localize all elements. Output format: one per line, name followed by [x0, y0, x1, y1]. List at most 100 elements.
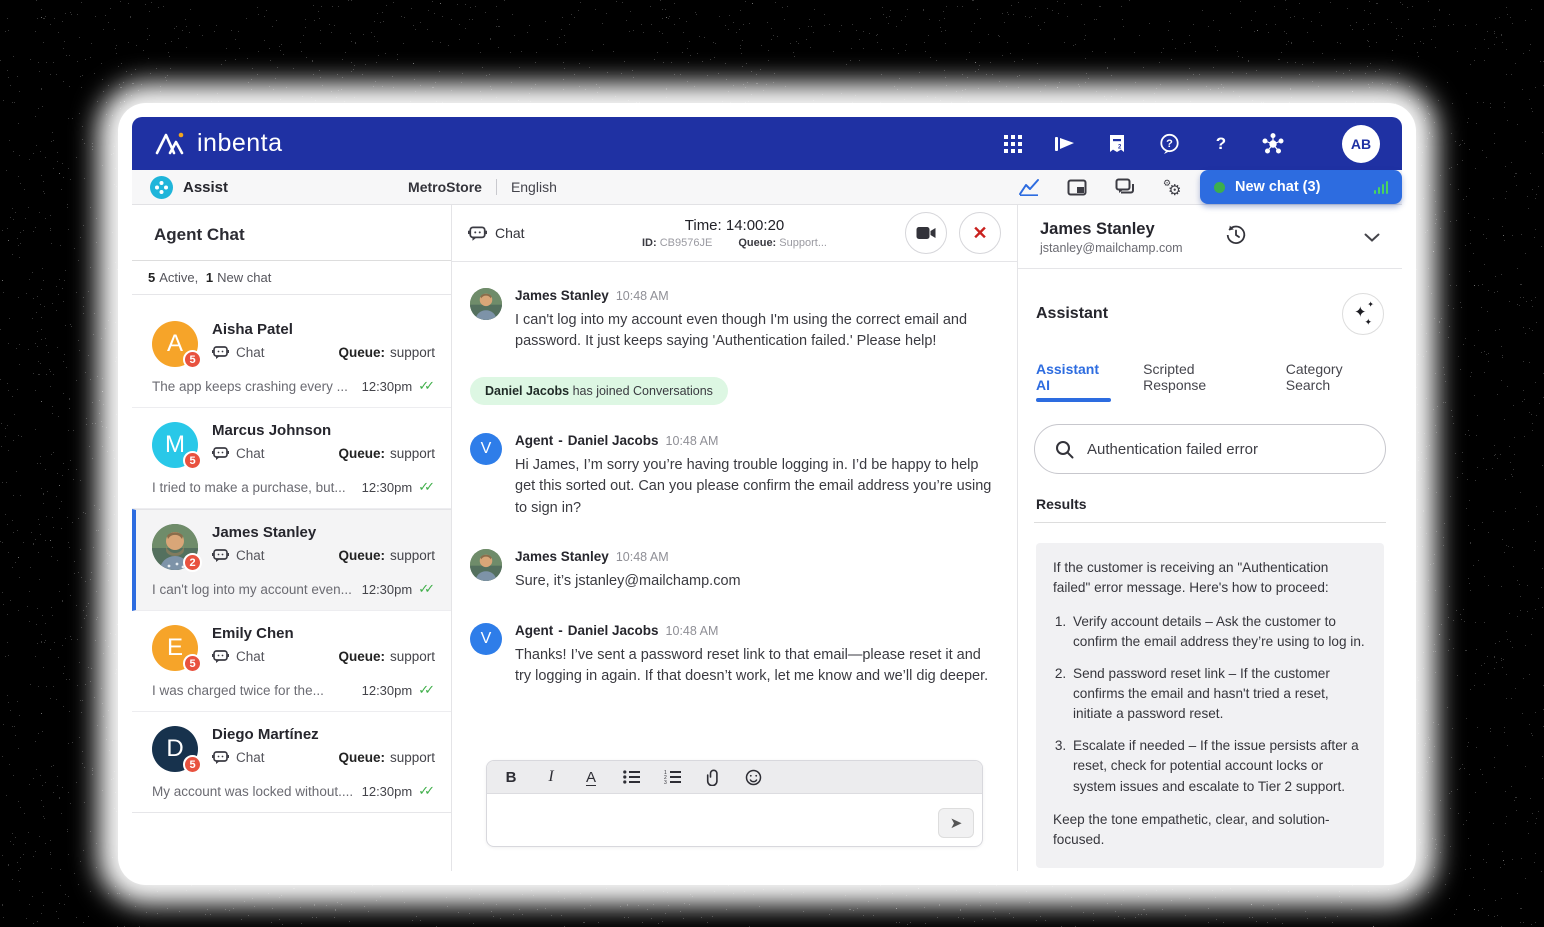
queue-label: Queue:support [338, 345, 435, 360]
tab-category-search[interactable]: Category Search [1286, 361, 1384, 402]
emoji-button[interactable] [745, 769, 762, 786]
ai-sparkle-button[interactable]: ✦ ✦ ✦ [1342, 293, 1384, 335]
apps-grid-icon[interactable] [1002, 133, 1024, 155]
message-time: 12:30pm [362, 582, 413, 597]
tab-scripted-response[interactable]: Scripted Response [1143, 361, 1254, 402]
help-icon[interactable]: ? [1210, 133, 1232, 155]
message-input[interactable] [497, 800, 928, 840]
sidebar-summary: 5Active, 1New chat [132, 261, 451, 295]
message-time: 10:48 AM [616, 550, 669, 564]
read-receipt-icon: ✓✓ [418, 378, 435, 394]
message-preview: I was charged twice for the... [152, 683, 362, 698]
history-icon [1225, 224, 1247, 246]
new-chat-label: New chat (3) [1235, 179, 1320, 195]
conversation-item-james-stanley[interactable]: 2 James Stanley Chat Queue:support [132, 509, 451, 611]
assistant-panel: James Stanley jstanley@mailchamp.com Ass… [1018, 205, 1402, 871]
results-label: Results [1034, 496, 1386, 512]
message-time: 12:30pm [362, 784, 413, 799]
underline-button[interactable]: A [583, 769, 599, 786]
collapse-panel-button[interactable] [1364, 229, 1380, 247]
numbered-list-button[interactable]: 123 [664, 770, 681, 784]
conversation-sidebar: Agent Chat 5Active, 1New chat A 5 Aisha … [132, 205, 452, 871]
sidebar-title: Agent Chat [132, 205, 451, 261]
video-call-button[interactable] [905, 212, 947, 254]
workspace-selector[interactable]: MetroStore [408, 179, 496, 195]
result-outro: Keep the tone empathetic, clear, and sol… [1053, 810, 1367, 851]
message-text: Thanks! I’ve sent a password reset link … [515, 645, 999, 688]
contact-name: Aisha Patel [212, 321, 435, 338]
inbenta-logo[interactable]: inbenta [154, 129, 283, 158]
tab-assistant-ai[interactable]: Assistant AI [1036, 361, 1111, 402]
conversation-item-emily-chen[interactable]: E 5 Emily Chen Chat Queue:support [132, 611, 451, 712]
screen-icon[interactable] [1066, 177, 1088, 197]
language-selector[interactable]: English [496, 179, 557, 195]
conversation-item-marcus-johnson[interactable]: M 5 Marcus Johnson Chat Queue:support [132, 408, 451, 509]
message-time: 12:30pm [362, 683, 413, 698]
conversation-item-diego-martinez[interactable]: D 5 Diego Martínez Chat Queue:support [132, 712, 451, 813]
attachment-button[interactable] [705, 769, 721, 786]
contact-name: Marcus Johnson [212, 422, 435, 439]
history-button[interactable] [1225, 224, 1247, 251]
assistant-tabs: Assistant AI Scripted Response Category … [1034, 361, 1386, 402]
message-time: 12:30pm [362, 379, 413, 394]
bullet-list-button[interactable] [623, 770, 640, 784]
close-chat-button[interactable]: ✕ [959, 212, 1001, 254]
read-receipt-icon: ✓✓ [418, 479, 435, 495]
settings-gears-icon[interactable]: ⚙⚙ [1162, 177, 1184, 197]
channel-label: Chat [236, 446, 265, 461]
queue-label: Queue:support [338, 548, 435, 563]
agent-avatar: V [470, 433, 502, 465]
signal-bars-icon [1374, 181, 1389, 194]
search-input[interactable] [1087, 441, 1365, 458]
channel-label: Chat [236, 345, 265, 360]
message-input-area: ➤ [487, 794, 982, 846]
chat-help-icon[interactable]: ? [1158, 133, 1180, 155]
message-preview: My account was locked without.... [152, 784, 362, 799]
result-step: Escalate if needed – If the issue persis… [1070, 736, 1367, 797]
send-button[interactable]: ➤ [938, 808, 974, 838]
message-author: James Stanley [515, 288, 609, 303]
send-icon: ➤ [950, 814, 963, 832]
chats-icon[interactable] [1114, 177, 1136, 197]
chart-line-icon[interactable] [1018, 177, 1040, 197]
message-time: 10:48 AM [666, 434, 719, 448]
unread-badge: 5 [183, 451, 202, 470]
paperclip-icon [706, 769, 721, 786]
assist-product[interactable]: Assist [150, 176, 228, 199]
result-step: Send password reset link – If the custom… [1070, 664, 1367, 725]
italic-button[interactable]: I [543, 768, 559, 786]
app-window: inbenta 2 ? ? AB [118, 103, 1416, 885]
message-author-name: Daniel Jacobs [568, 623, 659, 638]
chat-channel-icon [212, 649, 229, 664]
ticket-icon[interactable]: 2 [1106, 133, 1128, 155]
bullet-list-icon [623, 770, 640, 784]
new-chat-button[interactable]: New chat (3) [1200, 170, 1402, 204]
message-visitor: James Stanley10:48 AM Sure, it’s jstanle… [470, 549, 999, 592]
session-meta: ID: CB9576JEQueue: Support... [642, 237, 827, 249]
message-text: Sure, it’s jstanley@mailchamp.com [515, 571, 741, 592]
conversation-item-aisha-patel[interactable]: A 5 Aisha Patel Chat Queue:support [132, 307, 451, 408]
message-list: James Stanley10:48 AM I can't log into m… [452, 262, 1017, 871]
contact-name: James Stanley [212, 524, 435, 541]
user-avatar[interactable]: AB [1342, 125, 1380, 163]
unread-badge: 5 [183, 350, 202, 369]
message-agent: V Agent-Daniel Jacobs10:48 AM Hi James, … [470, 433, 999, 519]
close-icon: ✕ [972, 223, 987, 244]
system-event: Daniel Jacobs has joined Conversations [470, 377, 728, 405]
read-receipt-icon: ✓✓ [418, 581, 435, 597]
bold-button[interactable]: B [503, 769, 519, 786]
top-navbar: inbenta 2 ? ? AB [132, 117, 1402, 170]
chat-panel: Chat Time: 14:00:20 ID: CB9576JEQueue: S… [452, 205, 1018, 871]
hive-icon[interactable] [1262, 133, 1284, 155]
pointer-flag-icon[interactable] [1054, 133, 1076, 155]
contact-name: Diego Martínez [212, 726, 435, 743]
channel-label: Chat [236, 548, 265, 563]
queue-label: Queue:support [338, 446, 435, 461]
message-author: Agent [515, 433, 553, 448]
sparkle-icon: ✦ [1367, 300, 1374, 309]
product-name: Assist [183, 179, 228, 196]
visitor-email: jstanley@mailchamp.com [1040, 241, 1183, 255]
assistant-section: Assistant ✦ ✦ ✦ Assistant AI Scripted Re… [1018, 269, 1402, 871]
message-text: Hi James, I’m sorry you’re having troubl… [515, 455, 999, 519]
results-divider [1034, 522, 1386, 523]
